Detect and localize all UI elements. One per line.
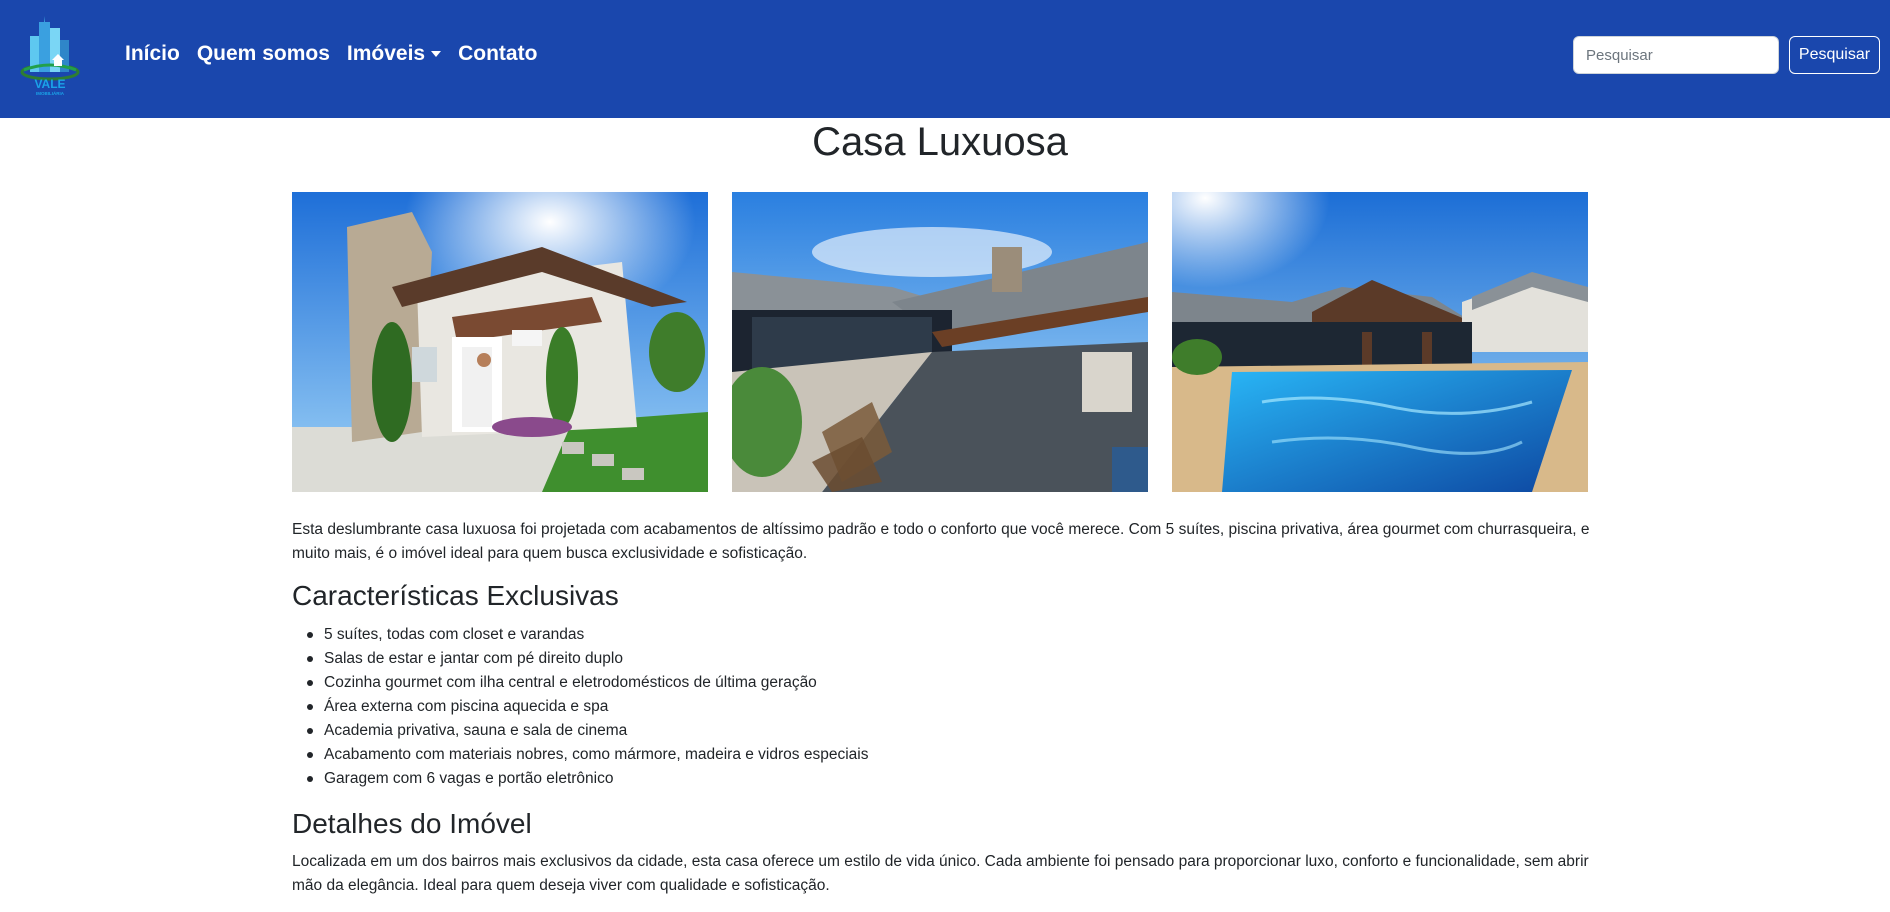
buildings-logo-icon: VALE IMOBILIÁRIA bbox=[20, 16, 80, 96]
list-item: 5 suítes, todas com closet e varandas bbox=[292, 623, 1592, 647]
list-item: Área externa com piscina aquecida e spa bbox=[292, 695, 1592, 719]
list-item: Cozinha gourmet com ilha central e eletr… bbox=[292, 671, 1592, 695]
nav-dropdown-imoveis[interactable]: Imóveis bbox=[346, 42, 442, 66]
features-heading: Características Exclusivas bbox=[292, 580, 619, 611]
covered-patio-photo-icon bbox=[732, 192, 1148, 492]
search-input[interactable] bbox=[1573, 36, 1779, 74]
details-heading: Detalhes do Imóvel bbox=[292, 808, 532, 839]
house-facade-photo-icon bbox=[292, 192, 708, 492]
pool-area-photo-icon bbox=[1172, 192, 1588, 492]
main-nav: Início Quem somos Imóveis Contato bbox=[125, 42, 554, 66]
search-button[interactable]: Pesquisar bbox=[1789, 36, 1880, 74]
nav-link-contato[interactable]: Contato bbox=[458, 42, 537, 66]
features-list: 5 suítes, todas com closet e varandas Sa… bbox=[292, 623, 1592, 791]
photo-covered-patio[interactable] bbox=[732, 192, 1148, 492]
navbar: VALE IMOBILIÁRIA Início Quem somos Imóve… bbox=[0, 0, 1890, 118]
nav-link-quem-somos[interactable]: Quem somos bbox=[197, 42, 330, 66]
logo-text: VALE bbox=[34, 77, 65, 91]
list-item: Academia privativa, sauna e sala de cine… bbox=[292, 719, 1592, 743]
list-item: Acabamento com materiais nobres, como má… bbox=[292, 743, 1592, 767]
nav-link-inicio[interactable]: Início bbox=[125, 42, 180, 66]
brand-logo[interactable]: VALE IMOBILIÁRIA bbox=[18, 14, 82, 96]
property-intro: Esta deslumbrante casa luxuosa foi proje… bbox=[292, 521, 1590, 562]
list-item: Salas de estar e jantar com pé direito d… bbox=[292, 647, 1592, 671]
logo-subtext: IMOBILIÁRIA bbox=[36, 90, 65, 96]
photo-pool-area[interactable] bbox=[1172, 192, 1588, 492]
nav-dropdown-imoveis-label: Imóveis bbox=[346, 42, 426, 65]
photo-house-facade[interactable] bbox=[292, 192, 708, 492]
page-title: Casa Luxuosa bbox=[812, 120, 1068, 164]
property-details: Localizada em um dos bairros mais exclus… bbox=[292, 853, 1589, 894]
list-item: Garagem com 6 vagas e portão eletrônico bbox=[292, 767, 1592, 791]
caret-down-icon bbox=[431, 51, 442, 57]
